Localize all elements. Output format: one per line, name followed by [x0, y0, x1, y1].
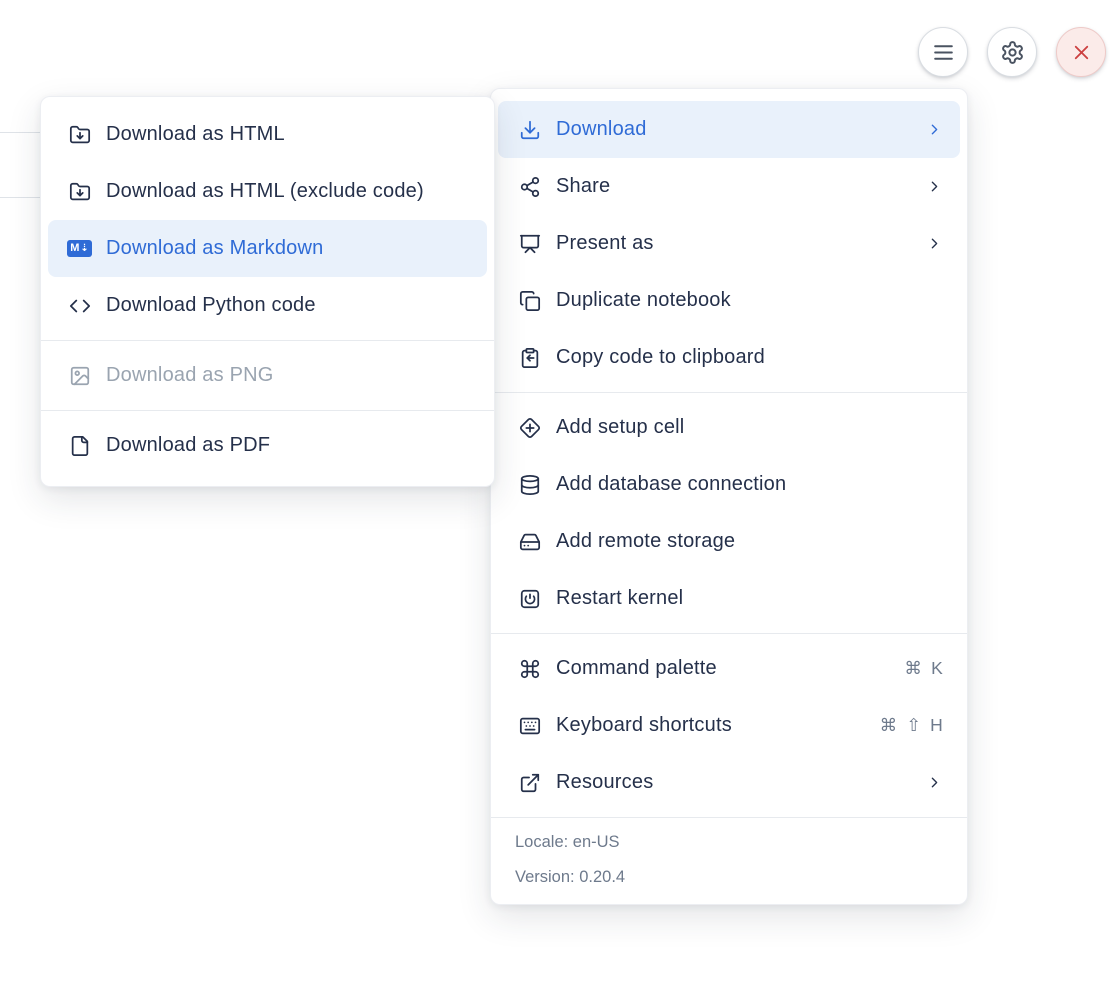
external-link-icon — [517, 771, 542, 795]
shortcut-key: H — [930, 715, 943, 736]
chevron-right-icon — [926, 121, 943, 138]
menu-group: Download as PNG — [41, 347, 494, 404]
menu-separator — [491, 633, 967, 634]
chevron-right-icon — [926, 774, 943, 791]
menu-item-duplicate-notebook[interactable]: Duplicate notebook — [498, 272, 960, 329]
menu-item-label: Add setup cell — [556, 416, 943, 439]
menu-item-label: Command palette — [556, 657, 904, 680]
duplicate-icon — [517, 289, 542, 313]
close-icon — [1070, 41, 1093, 64]
clipboard-copy-icon — [517, 346, 542, 370]
download-submenu: Download as HTML Download as HTML (exclud… — [40, 96, 495, 487]
power-icon — [517, 587, 542, 611]
menu-item-label: Download Python code — [106, 294, 470, 317]
menu-item-label: Copy code to clipboard — [556, 346, 943, 369]
menu-item-add-remote-storage[interactable]: Add remote storage — [498, 513, 960, 570]
menu-item-label: Add remote storage — [556, 530, 943, 553]
image-icon — [67, 364, 92, 388]
menu-item-label: Download as HTML — [106, 123, 470, 146]
menu-item-command-palette[interactable]: Command palette⌘K — [498, 640, 960, 697]
gear-icon — [1000, 40, 1025, 65]
chevron-right-icon — [926, 235, 943, 252]
shortcut-key: ⇧ — [906, 715, 921, 736]
menu-item-label: Share — [556, 175, 914, 198]
menu-item-resources[interactable]: Resources — [498, 754, 960, 811]
menu-group: Download as HTML Download as HTML (exclud… — [41, 106, 494, 334]
shortcut-key: ⌘ — [880, 715, 898, 736]
command-icon — [517, 657, 542, 681]
menu-item-label: Keyboard shortcuts — [556, 714, 880, 737]
menu-group: Download as PDF — [41, 417, 494, 474]
file-icon — [67, 434, 92, 458]
menu-item-download-as-html[interactable]: Download as HTML — [48, 106, 487, 163]
locale-text: Locale: en-US — [515, 825, 943, 860]
notebook-actions-menu: Download Share Present as Duplicate noteboo… — [490, 88, 968, 905]
menu-item-download-as-pdf[interactable]: Download as PDF — [48, 417, 487, 474]
chevron-right-icon — [926, 178, 943, 195]
menu-group: Command palette⌘KKeyboard shortcuts⌘⇧HRe… — [491, 640, 967, 811]
menu-item-label: Duplicate notebook — [556, 289, 943, 312]
menu-item-download-python-code[interactable]: Download Python code — [48, 277, 487, 334]
menu-item-label: Restart kernel — [556, 587, 943, 610]
menu-item-keyboard-shortcuts[interactable]: Keyboard shortcuts⌘ ⇧ H — [498, 697, 960, 754]
menu-item-copy-code-to-clipboard[interactable]: Copy code to clipboard — [498, 329, 960, 386]
menu-item-download-as-png: Download as PNG — [48, 347, 487, 404]
menu-item-present-as[interactable]: Present as — [498, 215, 960, 272]
page-divider-line — [0, 132, 42, 133]
presentation-icon — [517, 232, 542, 256]
menu-item-label: Resources — [556, 771, 914, 794]
diamond-plus-icon — [517, 416, 542, 440]
menu-button[interactable] — [918, 27, 968, 77]
menu-item-label: Download as PDF — [106, 434, 470, 457]
shortcut-hint: ⌘ ⇧ H — [880, 715, 943, 736]
settings-button[interactable] — [987, 27, 1037, 77]
share-icon — [517, 175, 542, 199]
menu-group: Add setup cell Add database connection Add… — [491, 399, 967, 627]
menu-item-label: Add database connection — [556, 473, 943, 496]
shortcut-key: ⌘ — [904, 658, 922, 679]
menu-separator — [41, 410, 494, 411]
folder-download-icon — [67, 180, 92, 204]
page-divider-line — [0, 197, 42, 198]
menu-item-restart-kernel[interactable]: Restart kernel — [498, 570, 960, 627]
menu-separator — [491, 392, 967, 393]
menu-item-label: Download — [556, 118, 914, 141]
menu-item-share[interactable]: Share — [498, 158, 960, 215]
shortcut-key: K — [931, 658, 943, 679]
markdown-download-icon: M⇣ — [67, 237, 92, 261]
close-button[interactable] — [1056, 27, 1106, 77]
menu-item-add-database-connection[interactable]: Add database connection — [498, 456, 960, 513]
shortcut-hint: ⌘K — [904, 658, 943, 679]
code-icon — [67, 294, 92, 318]
hard-drive-icon — [517, 530, 542, 554]
version-text: Version: 0.20.4 — [515, 860, 943, 895]
menu-item-download[interactable]: Download — [498, 101, 960, 158]
database-icon — [517, 473, 542, 497]
menu-group: Download Share Present as Duplicate noteboo… — [491, 101, 967, 386]
menu-item-add-setup-cell[interactable]: Add setup cell — [498, 399, 960, 456]
menu-item-download-as-markdown[interactable]: M⇣ Download as Markdown — [48, 220, 487, 277]
menu-item-label: Download as HTML (exclude code) — [106, 180, 470, 203]
menu-item-label: Download as PNG — [106, 364, 470, 387]
keyboard-icon — [517, 714, 542, 738]
window-toolbar — [918, 27, 1106, 77]
hamburger-icon — [931, 40, 956, 65]
download-icon — [517, 118, 542, 142]
menu-item-label: Present as — [556, 232, 914, 255]
menu-item-label: Download as Markdown — [106, 237, 470, 260]
menu-separator — [41, 340, 494, 341]
folder-download-icon — [67, 123, 92, 147]
menu-footer: Locale: en-US Version: 0.20.4 — [491, 817, 967, 904]
menu-item-download-as-html-exclude-code[interactable]: Download as HTML (exclude code) — [48, 163, 487, 220]
